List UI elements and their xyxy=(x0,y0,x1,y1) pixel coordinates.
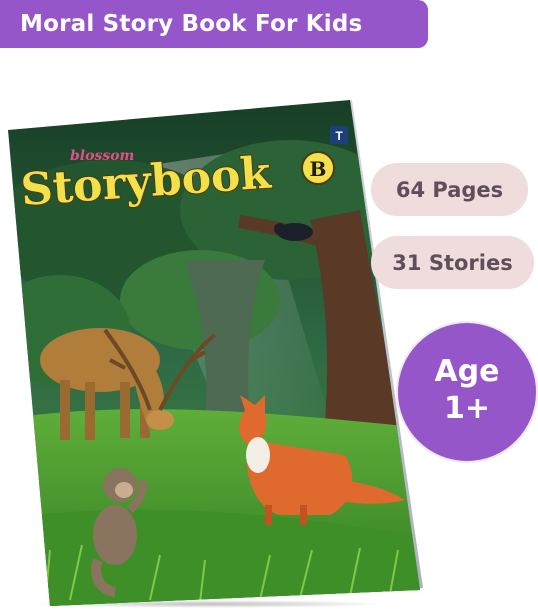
pages-count: 64 Pages xyxy=(395,177,504,202)
book-cover-illustration: T blossom Storybook B xyxy=(0,0,538,612)
book-cover-svg: T blossom Storybook B xyxy=(8,100,423,606)
volume-letter: B xyxy=(310,157,327,181)
publisher-mark: T xyxy=(335,129,343,143)
age-label: Age xyxy=(434,354,500,389)
pages-badge: 64 Pages xyxy=(371,163,528,216)
age-badge: Age 1+ xyxy=(398,323,536,461)
stories-count: 31 Stories xyxy=(392,250,513,275)
age-value: 1+ xyxy=(443,391,490,426)
stories-badge: 31 Stories xyxy=(371,236,534,289)
